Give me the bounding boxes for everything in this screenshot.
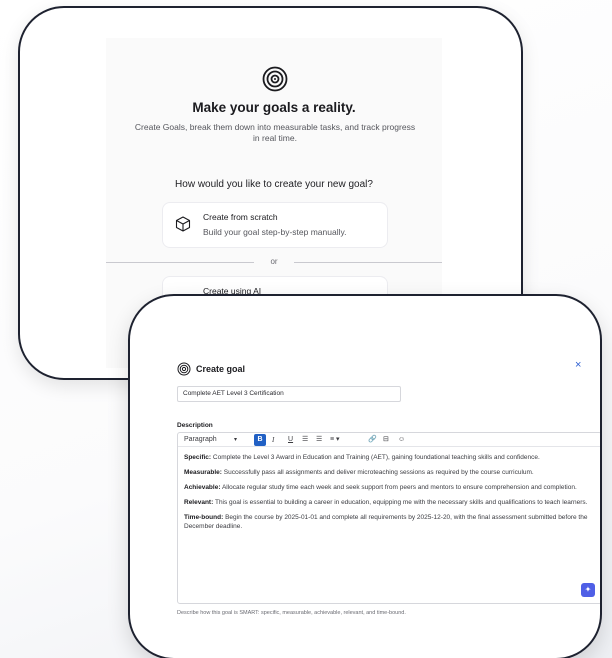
italic-button[interactable]: I bbox=[272, 435, 274, 445]
divider-line bbox=[294, 262, 442, 263]
paragraph-label: Achievable: bbox=[184, 484, 221, 491]
smart-paragraph: Measurable: Successfully pass all assign… bbox=[184, 468, 594, 477]
table-icon[interactable]: ⊟ bbox=[383, 435, 389, 445]
cube-icon bbox=[175, 216, 191, 232]
paragraph-text: Complete the Level 3 Award in Education … bbox=[212, 454, 540, 461]
paragraph-text: Begin the course by 2025-01-01 and compl… bbox=[184, 514, 588, 530]
description-editor[interactable]: Paragraph ▾ B I U ☰ ☰ ≡ ▾ 🔗 ⊟ ☺ Specific… bbox=[177, 432, 600, 604]
description-label: Description bbox=[177, 422, 213, 429]
paragraph-label: Specific: bbox=[184, 454, 212, 461]
or-label: or bbox=[270, 257, 278, 266]
underline-button[interactable]: U bbox=[288, 435, 293, 445]
goal-name-input[interactable]: Complete AET Level 3 Certification bbox=[177, 386, 401, 402]
intro-subtitle: Create Goals, break them down into measu… bbox=[134, 122, 416, 143]
create-from-scratch-option[interactable]: Create from scratch Build your goal step… bbox=[162, 202, 388, 248]
paragraph-text: This goal is essential to building a car… bbox=[214, 499, 588, 506]
paragraph-text: Allocate regular study time each week an… bbox=[221, 484, 577, 491]
description-helper-text: Describe how this goal is SMART: specifi… bbox=[177, 610, 406, 616]
editor-toolbar: Paragraph ▾ B I U ☰ ☰ ≡ ▾ 🔗 ⊟ ☺ bbox=[178, 433, 600, 447]
link-icon[interactable]: 🔗 bbox=[368, 435, 377, 445]
paragraph-label: Time-bound: bbox=[184, 514, 224, 521]
close-icon[interactable]: × bbox=[575, 359, 581, 371]
scratch-option-title: Create from scratch bbox=[203, 212, 278, 222]
paragraph-style-select[interactable]: Paragraph bbox=[184, 435, 217, 445]
target-icon bbox=[177, 362, 191, 376]
editor-content[interactable]: Specific: Complete the Level 3 Award in … bbox=[184, 453, 594, 537]
paragraph-text: Successfully pass all assignments and de… bbox=[223, 469, 534, 476]
bold-button[interactable]: B bbox=[254, 434, 266, 446]
align-select[interactable]: ≡ ▾ bbox=[330, 435, 340, 445]
scratch-option-description: Build your goal step-by-step manually. bbox=[203, 227, 347, 237]
create-method-question: How would you like to create your new go… bbox=[175, 179, 373, 190]
emoji-icon[interactable]: ☺ bbox=[398, 435, 405, 445]
target-icon bbox=[262, 66, 288, 92]
divider-line bbox=[106, 262, 254, 263]
smart-paragraph: Time-bound: Begin the course by 2025-01-… bbox=[184, 513, 594, 531]
create-goal-window: Create goal × Complete AET Level 3 Certi… bbox=[128, 294, 602, 658]
paragraph-label: Measurable: bbox=[184, 469, 222, 476]
dialog-title: Create goal bbox=[196, 364, 246, 374]
paragraph-label: Relevant: bbox=[184, 499, 214, 506]
numbered-list-icon[interactable]: ☰ bbox=[316, 435, 322, 445]
or-divider: or bbox=[106, 256, 442, 268]
smart-paragraph: Specific: Complete the Level 3 Award in … bbox=[184, 453, 594, 462]
chevron-down-icon[interactable]: ▾ bbox=[234, 435, 237, 445]
smart-paragraph: Relevant: This goal is essential to buil… bbox=[184, 498, 594, 507]
intro-title: Make your goals a reality. bbox=[192, 100, 356, 115]
ai-assist-button[interactable]: ✦ bbox=[581, 583, 595, 597]
bullet-list-icon[interactable]: ☰ bbox=[302, 435, 308, 445]
smart-paragraph: Achievable: Allocate regular study time … bbox=[184, 483, 594, 492]
